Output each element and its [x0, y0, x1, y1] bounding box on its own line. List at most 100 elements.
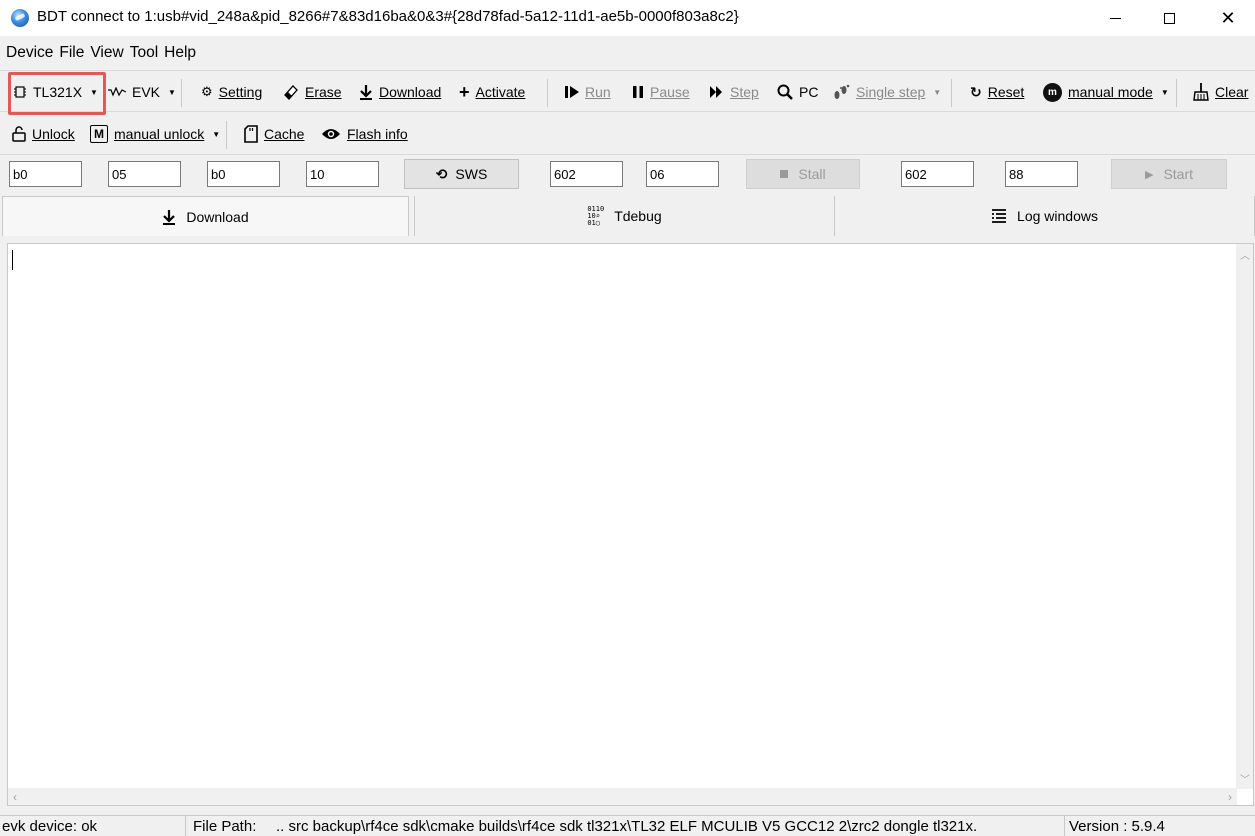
clear-label: Clear [1215, 84, 1249, 100]
binary-search-icon: 0110 10⌕ 01◯ [587, 204, 605, 227]
stall-label: Stall [798, 166, 826, 182]
single-step-label: Single step [856, 84, 926, 100]
maximize-button[interactable] [1146, 0, 1192, 36]
start-button[interactable]: ▶ Start [1111, 159, 1227, 189]
address-field-2[interactable] [108, 161, 181, 187]
stall-address-field[interactable] [550, 161, 623, 187]
single-step-button[interactable]: Single step ▼ [832, 71, 941, 113]
address-field-4[interactable] [306, 161, 379, 187]
version-label: Version : 5.9.4 [1069, 818, 1165, 835]
status-divider [1064, 816, 1065, 836]
chevron-down-icon: ▼ [168, 87, 176, 97]
toolbar-separator [547, 79, 548, 107]
scroll-left-icon[interactable]: ‹ [13, 790, 17, 804]
menu-bar: Device File View Tool Help [0, 37, 1255, 69]
scroll-right-icon[interactable]: › [1228, 790, 1232, 804]
cache-button[interactable]: Cache [244, 113, 304, 155]
board-select-button[interactable]: EVK ▼ [108, 71, 176, 113]
download-icon [360, 85, 372, 100]
run-button[interactable]: Run [565, 71, 611, 113]
setting-button[interactable]: ⚙ Setting [201, 71, 262, 113]
menu-help[interactable]: Help [161, 37, 199, 69]
mode-icon: m [1043, 82, 1062, 102]
manual-unlock-icon: M [90, 125, 108, 143]
reset-label: Reset [987, 84, 1025, 100]
activate-button[interactable]: + Activate [459, 71, 525, 113]
horizontal-scrollbar[interactable]: ‹ › [8, 788, 1237, 805]
close-button[interactable]: ✕ [1205, 0, 1251, 36]
title-bar: BDT connect to 1:usb#vid_248a&pid_8266#7… [0, 0, 1255, 36]
chevron-down-icon: ▼ [212, 129, 221, 139]
flash-info-label: Flash info [347, 126, 408, 142]
scroll-up-icon[interactable]: ︿ [1240, 247, 1250, 262]
board-label: EVK [132, 84, 161, 100]
download-label: Download [379, 84, 442, 100]
broom-icon [1193, 83, 1209, 101]
address-field-1[interactable] [9, 161, 82, 187]
chip-highlight-box [8, 72, 106, 115]
address-field-3[interactable] [207, 161, 280, 187]
start-address-field[interactable] [901, 161, 974, 187]
mode-label: manual mode [1068, 84, 1153, 100]
vertical-scrollbar[interactable]: ︿ ﹀ [1236, 244, 1253, 789]
menu-view[interactable]: View [87, 37, 126, 69]
start-value-field[interactable] [1005, 161, 1078, 187]
toolbar-separator [951, 79, 952, 107]
cache-label: Cache [264, 126, 305, 142]
step-button[interactable]: Step [710, 71, 759, 113]
pc-label: PC [799, 84, 819, 100]
menu-device[interactable]: Device [3, 37, 56, 69]
stall-button[interactable]: Stall [746, 159, 860, 189]
unlock-icon [12, 126, 26, 142]
reset-icon: ↻ [970, 83, 982, 100]
unlock-button[interactable]: Unlock [12, 113, 75, 155]
maximize-icon [1163, 12, 1175, 24]
file-path-label: File Path: [193, 818, 257, 835]
sws-button[interactable]: ⟲ SWS [404, 159, 519, 189]
pause-button[interactable]: Pause [632, 71, 690, 113]
step-label: Step [730, 84, 759, 100]
stall-value-field[interactable] [646, 161, 719, 187]
eye-icon [322, 129, 340, 139]
refresh-icon: ⟲ [435, 165, 448, 182]
file-path-value: .. src backup\rf4ce sdk\cmake builds\rf4… [276, 818, 978, 835]
setting-label: Setting [218, 84, 263, 100]
chevron-down-icon: ▼ [933, 87, 942, 97]
toolbar-separator [226, 121, 227, 149]
erase-button[interactable]: Erase [283, 71, 342, 113]
tab-download-label: Download [186, 208, 249, 225]
list-icon [992, 209, 1007, 223]
sws-label: SWS [455, 166, 488, 182]
pc-button[interactable]: PC [777, 71, 818, 113]
clear-button[interactable]: Clear [1193, 71, 1248, 113]
minimize-button[interactable] [1092, 0, 1138, 36]
menu-tool[interactable]: Tool [127, 37, 161, 69]
text-cursor [12, 250, 13, 270]
main-toolbar: TL321X ▼ EVK ▼ ⚙ Setting Erase Download … [0, 70, 1255, 112]
run-icon [565, 86, 579, 98]
pause-label: Pause [650, 84, 690, 100]
toolbar-separator [181, 79, 182, 107]
erase-label: Erase [305, 84, 342, 100]
footsteps-icon [834, 84, 850, 99]
secondary-toolbar: Unlock M manual unlock ▼ Cache Flash inf… [0, 113, 1255, 155]
tab-download[interactable]: Download [2, 196, 409, 236]
menu-file[interactable]: File [56, 37, 87, 69]
close-icon: ✕ [1220, 7, 1236, 28]
tab-log-windows[interactable]: Log windows [835, 196, 1255, 236]
flash-info-button[interactable]: Flash info [321, 113, 408, 155]
tab-tdebug[interactable]: 0110 10⌕ 01◯ Tdebug [414, 196, 835, 236]
scroll-down-icon[interactable]: ﹀ [1240, 771, 1250, 786]
output-text-area[interactable]: ︿ ﹀ ‹ › [7, 243, 1254, 806]
manual-unlock-button[interactable]: M manual unlock ▼ [90, 113, 220, 155]
mode-select-button[interactable]: m manual mode ▼ [1043, 71, 1169, 113]
pause-icon [633, 86, 643, 98]
plus-icon: + [459, 81, 470, 102]
reset-button[interactable]: ↻ Reset [970, 71, 1024, 113]
waveform-icon [108, 87, 126, 97]
step-icon [710, 86, 722, 98]
tab-bar: Download 0110 10⌕ 01◯ Tdebug Log windows [0, 196, 1255, 236]
start-label: Start [1163, 166, 1194, 182]
download-button[interactable]: Download [359, 71, 441, 113]
toolbar-separator [1176, 79, 1177, 107]
